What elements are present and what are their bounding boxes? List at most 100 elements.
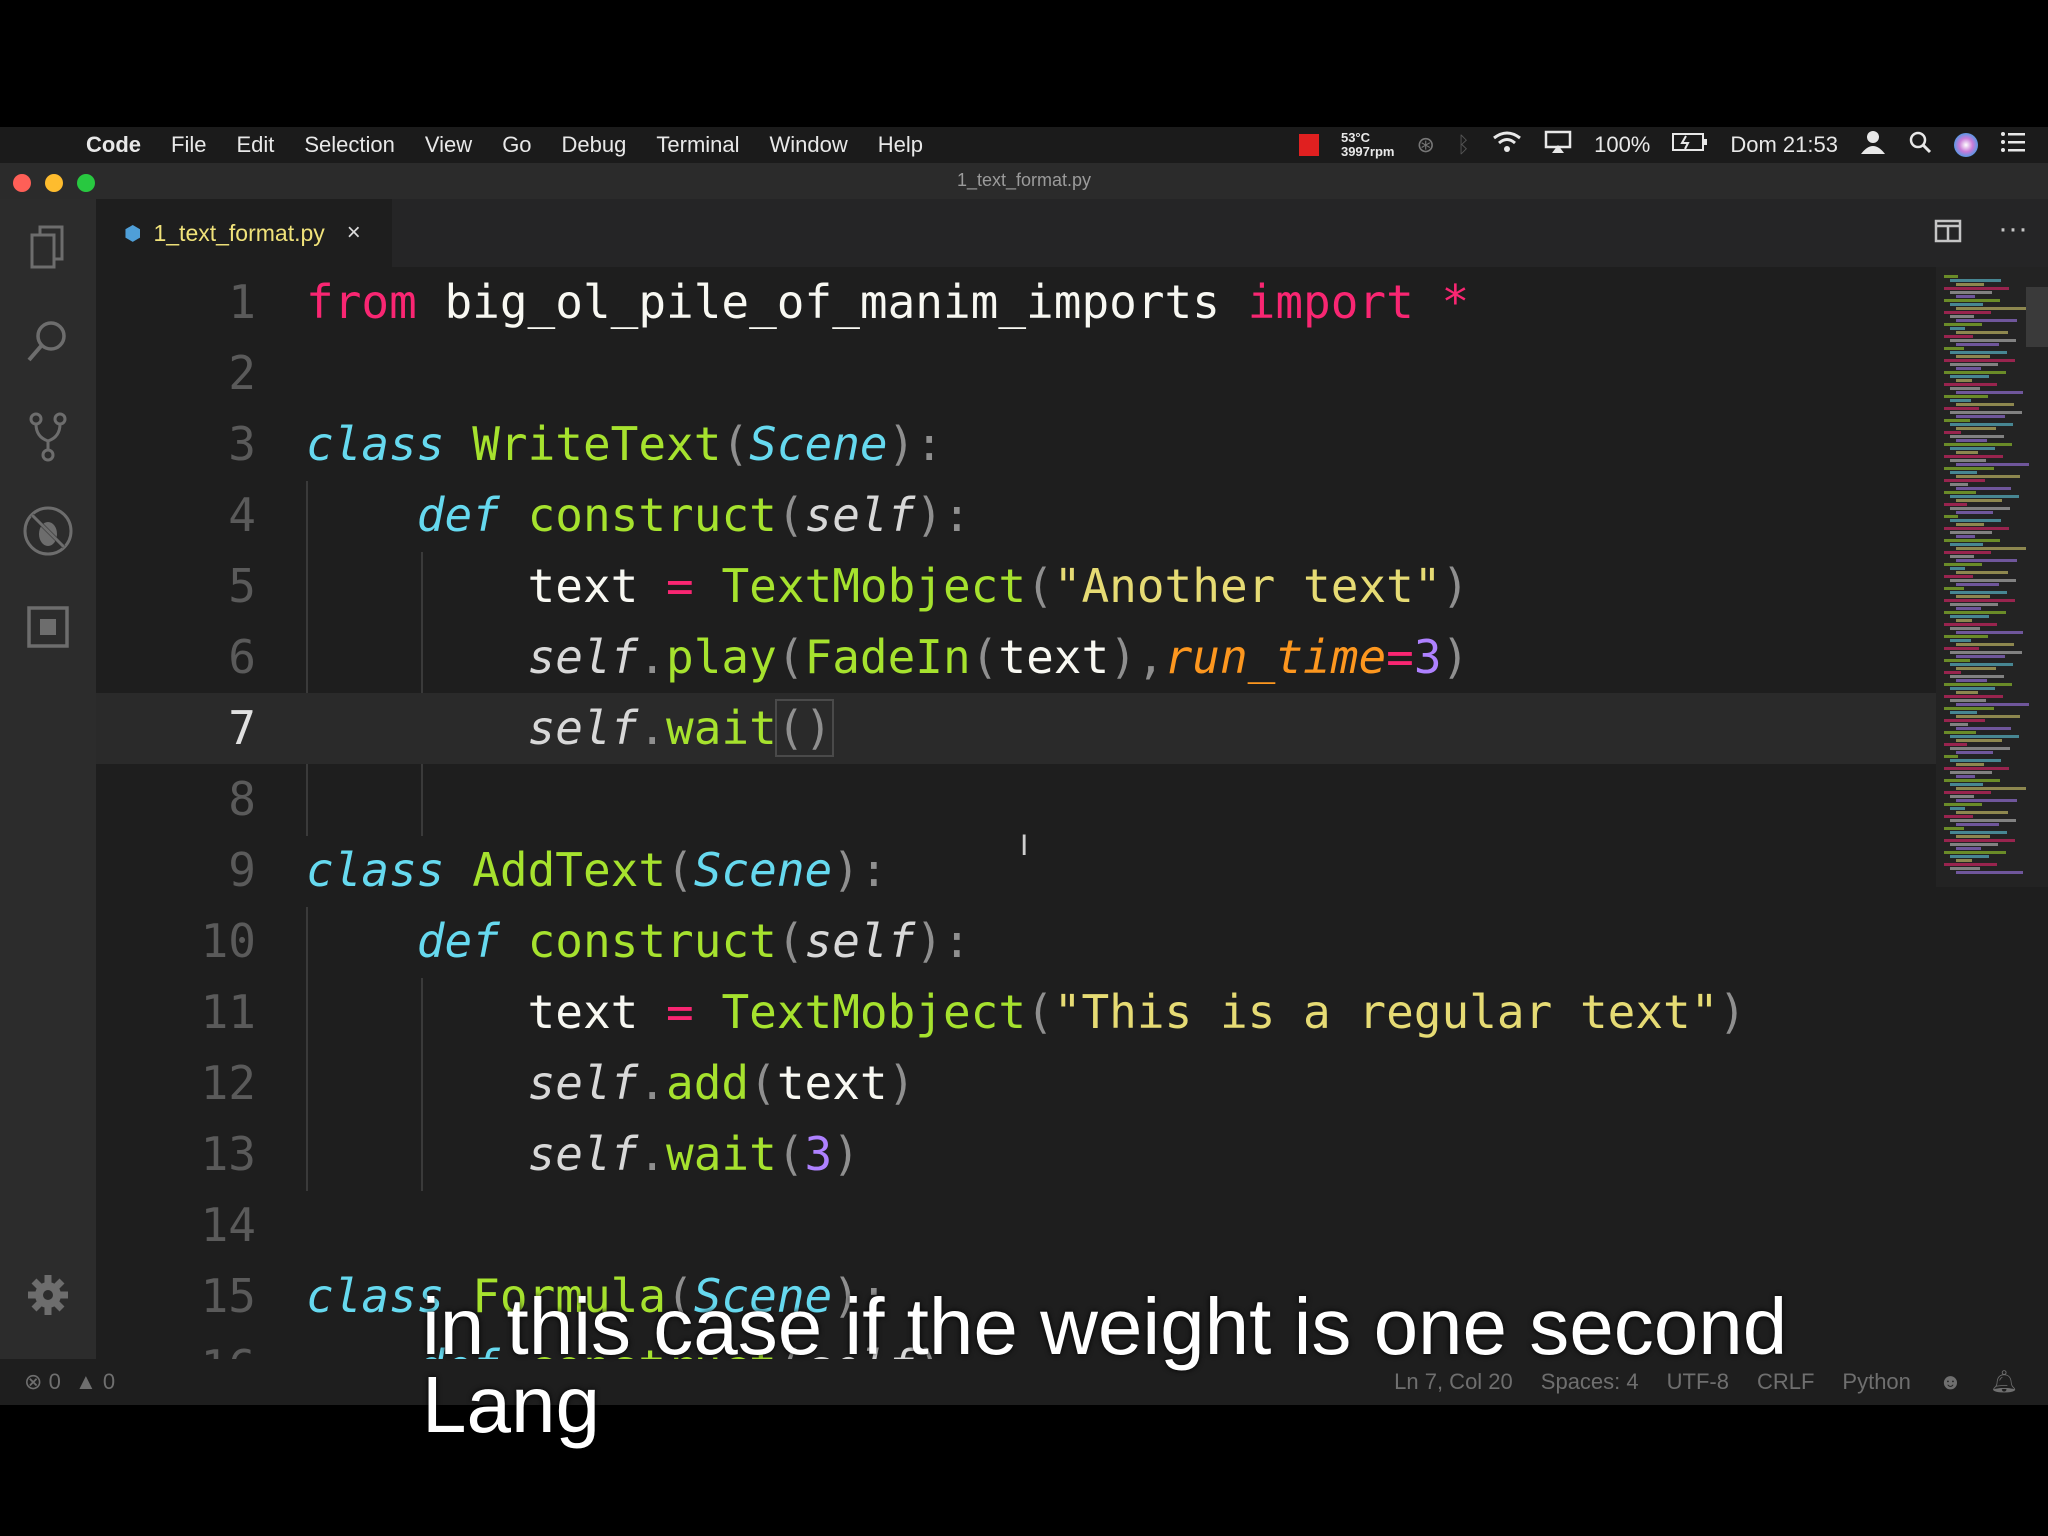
debug-icon[interactable] — [18, 501, 78, 561]
minimap-line — [1950, 663, 2013, 666]
user-icon[interactable] — [1860, 130, 1886, 160]
menu-selection[interactable]: Selection — [304, 132, 395, 158]
problems-indicator[interactable]: ⊗ 0 ▲ 0 — [24, 1369, 115, 1395]
minimap-line — [1950, 831, 2007, 834]
temperature-readout[interactable]: 53°C 3997rpm — [1341, 131, 1394, 159]
minimap-line — [1956, 331, 2008, 334]
code-line[interactable]: 14 — [96, 1190, 1936, 1261]
battery-percentage[interactable]: 100% — [1594, 132, 1650, 158]
wifi-icon[interactable] — [1492, 130, 1522, 160]
code-line[interactable]: 11 text = TextMobject("This is a regular… — [96, 977, 1936, 1048]
minimap-line — [1956, 643, 2014, 646]
minimap-line — [1956, 583, 1999, 586]
minimap-line — [1956, 511, 1993, 514]
explorer-icon[interactable] — [18, 217, 78, 277]
minimap-line — [1950, 579, 2016, 582]
notifications-bell-icon[interactable]: 🔔︎ — [1990, 1369, 2018, 1395]
code-editor[interactable]: 1 from big_ol_pile_of_manim_imports impo… — [96, 267, 1936, 1359]
battery-icon[interactable] — [1672, 132, 1708, 158]
menu-edit[interactable]: Edit — [236, 132, 274, 158]
code-line[interactable]: 12 self.add(text) — [96, 1048, 1936, 1119]
minimap-line — [1944, 347, 1964, 350]
minimap-line — [1944, 671, 1961, 674]
siri-icon[interactable] — [1954, 133, 1978, 157]
python-file-icon: ⬢ — [124, 222, 142, 245]
feedback-smiley-icon[interactable]: ☻ — [1939, 1369, 1962, 1395]
code-text: def construct(self): — [416, 914, 971, 968]
line-number: 15 — [200, 1269, 256, 1323]
minimap-line — [1944, 539, 2000, 542]
code-line[interactable]: 2 — [96, 338, 1936, 409]
more-actions-icon[interactable]: ··· — [1998, 214, 2028, 250]
window-titlebar[interactable]: 1_text_format.py — [0, 163, 2048, 199]
minimap-line — [1944, 419, 1970, 422]
code-line[interactable]: 8 — [96, 764, 1936, 835]
split-editor-icon[interactable] — [1934, 219, 1962, 250]
code-line[interactable]: 9 class AddText(Scene): — [96, 835, 1936, 906]
minimap-line — [1950, 339, 2016, 342]
minimap-line — [1956, 487, 2011, 490]
code-text: self.wait(3) — [527, 1127, 860, 1181]
mac-menubar: Code File Edit Selection View Go Debug T… — [0, 127, 2048, 163]
line-number: 1 — [228, 275, 256, 329]
tab-1-text-format[interactable]: ⬢ 1_text_format.py × — [96, 199, 392, 270]
search-icon[interactable] — [18, 311, 78, 371]
line-number: 6 — [228, 630, 256, 684]
minimap-line — [1956, 727, 2011, 730]
spotlight-search-icon[interactable] — [1908, 130, 1932, 160]
menubar-status-area: 53°C 3997rpm ⊛ ᛒ 100% Dom 21:53 — [1298, 127, 2026, 163]
menu-window[interactable]: Window — [770, 132, 848, 158]
minimap-line — [1956, 403, 2014, 406]
line-number: 5 — [228, 559, 256, 613]
editor-actions: ··· — [1934, 214, 2028, 250]
settings-gear-icon[interactable] — [18, 1265, 78, 1325]
minimap-line — [1956, 307, 2026, 310]
menu-terminal[interactable]: Terminal — [656, 132, 739, 158]
menu-help[interactable]: Help — [878, 132, 923, 158]
menu-view[interactable]: View — [425, 132, 472, 158]
minimap-line — [1944, 311, 1991, 314]
menu-debug[interactable]: Debug — [562, 132, 627, 158]
minimap[interactable] — [1936, 267, 2048, 1359]
bluetooth-icon[interactable]: ᛒ — [1457, 132, 1470, 158]
minimap-line — [1944, 791, 1991, 794]
code-line[interactable]: 4 def construct(self): — [96, 480, 1936, 551]
minimap-line — [1956, 571, 2008, 574]
minimap-line — [1956, 667, 1996, 670]
minimap-line — [1950, 759, 2001, 762]
line-number: 8 — [228, 772, 256, 826]
minimap-line — [1944, 851, 2006, 854]
code-line[interactable]: 10 def construct(self): — [96, 906, 1936, 977]
menu-code[interactable]: Code — [86, 132, 141, 158]
extensions-icon[interactable] — [18, 597, 78, 657]
airplay-icon[interactable] — [1544, 130, 1572, 160]
code-line[interactable]: 3 class WriteText(Scene): — [96, 409, 1936, 480]
code-line[interactable]: 5 text = TextMobject("Another text") — [96, 551, 1936, 622]
clock[interactable]: Dom 21:53 — [1730, 132, 1838, 158]
minimap-line — [1944, 575, 1973, 578]
creative-cloud-icon[interactable]: ⊛ — [1416, 132, 1434, 158]
minimap-line — [1956, 439, 1987, 442]
video-subtitles: in this case if the weight is one second… — [422, 1287, 1787, 1445]
language-mode[interactable]: Python — [1842, 1369, 1911, 1395]
source-control-icon[interactable] — [18, 407, 78, 467]
notification-center-icon[interactable] — [2000, 131, 2026, 159]
code-line[interactable]: 1 from big_ol_pile_of_manim_imports impo… — [96, 267, 1936, 338]
minimap-line — [1944, 587, 1964, 590]
code-line-current[interactable]: 7 self.wait() — [96, 693, 1936, 764]
code-line[interactable]: 6 self.play(FadeIn(text),run_time=3) — [96, 622, 1936, 693]
code-line[interactable]: 13 self.wait(3) — [96, 1119, 1936, 1190]
minimap-line — [1950, 627, 1980, 630]
scrollbar-thumb[interactable] — [2026, 287, 2048, 347]
cpu-monitor-icon[interactable] — [1298, 134, 1319, 156]
minimap-line — [1950, 447, 1995, 450]
minimap-line — [1944, 731, 1976, 734]
minimap-line — [1950, 279, 2001, 282]
minimap-line — [1944, 767, 2009, 770]
minimap-line — [1944, 299, 2000, 302]
menu-file[interactable]: File — [171, 132, 206, 158]
temperature-value: 53°C — [1340, 130, 1371, 145]
minimap-line — [1944, 683, 2012, 686]
menu-go[interactable]: Go — [502, 132, 531, 158]
tab-close-button[interactable]: × — [347, 219, 361, 247]
